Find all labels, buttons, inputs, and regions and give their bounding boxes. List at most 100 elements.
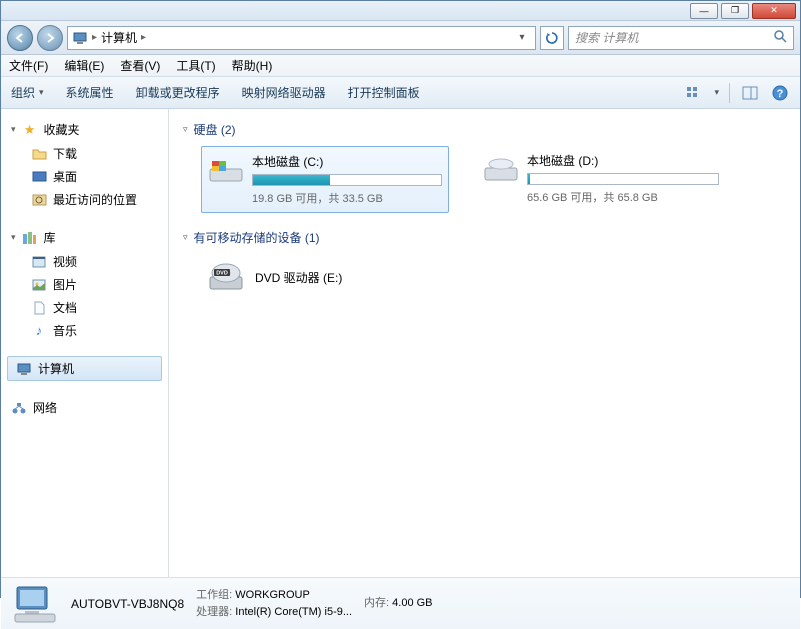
sidebar-music[interactable]: ♪ 音乐 (1, 319, 168, 342)
chevron-down-icon: ▾ (11, 124, 16, 135)
sidebar-recent[interactable]: 最近访问的位置 (1, 188, 168, 211)
view-dropdown[interactable]: ▾ (714, 87, 719, 98)
menu-help[interactable]: 帮助(H) (232, 57, 273, 74)
section-removable[interactable]: ▿ 有可移动存储的设备 (1) (183, 229, 786, 246)
sidebar-documents[interactable]: 文档 (1, 296, 168, 319)
sidebar-favorites-label: 收藏夹 (44, 121, 80, 138)
sidebar-desktop[interactable]: 桌面 (1, 165, 168, 188)
drive-d-text: 65.6 GB 可用，共 65.8 GB (527, 189, 719, 205)
main-panel: ▿ 硬盘 (2) 本地磁盘 (C:) 19.8 GB 可用，共 33.5 GB (169, 109, 800, 577)
video-icon (31, 254, 47, 270)
computer-icon (72, 30, 88, 46)
drive-c[interactable]: 本地磁盘 (C:) 19.8 GB 可用，共 33.5 GB (201, 146, 449, 213)
search-input[interactable]: 搜索 计算机 (568, 26, 794, 50)
drive-d[interactable]: 本地磁盘 (D:) 65.6 GB 可用，共 65.8 GB (477, 146, 725, 213)
toolbar-control-panel[interactable]: 打开控制面板 (348, 84, 420, 101)
desktop-icon (31, 169, 47, 185)
sidebar-network[interactable]: 网络 (1, 395, 168, 420)
drive-d-bar (527, 173, 719, 185)
sidebar: ▾ ★ 收藏夹 下载 桌面 最近访问的位置 ▾ 库 (1, 109, 169, 577)
menu-tools[interactable]: 工具(T) (176, 57, 215, 74)
details-workgroup-label: 工作组: (196, 589, 232, 601)
sidebar-item-label: 最近访问的位置 (53, 191, 137, 208)
view-mode-button[interactable] (684, 83, 704, 103)
chevron-down-icon: ▾ (11, 232, 16, 243)
hdd-icon (483, 152, 519, 186)
search-placeholder: 搜索 计算机 (575, 29, 638, 46)
arrow-left-icon (14, 32, 26, 44)
toolbar-map-drive[interactable]: 映射网络驱动器 (242, 84, 326, 101)
maximize-button[interactable]: ❐ (721, 3, 749, 19)
sidebar-libraries[interactable]: ▾ 库 (1, 225, 168, 250)
address-bar[interactable]: ▸ 计算机 ▸ ▾ (67, 26, 536, 50)
refresh-button[interactable] (540, 26, 564, 50)
details-cpu: Intel(R) Core(TM) i5-9... (235, 606, 352, 618)
minimize-button[interactable]: — (690, 3, 718, 19)
folder-icon (31, 146, 47, 162)
libraries-icon (22, 230, 38, 246)
details-pane: AUTOBVT-VBJ8NQ8 工作组: WORKGROUP 处理器: Inte… (1, 577, 800, 629)
back-button[interactable] (7, 25, 33, 51)
sidebar-item-label: 桌面 (53, 168, 77, 185)
toolbar-properties[interactable]: 系统属性 (66, 84, 114, 101)
drive-c-name: 本地磁盘 (C:) (252, 153, 442, 170)
section-hdd[interactable]: ▿ 硬盘 (2) (183, 121, 786, 138)
breadcrumb-sep2[interactable]: ▸ (141, 32, 146, 43)
details-memory: 4.00 GB (392, 597, 432, 609)
preview-pane-button[interactable] (740, 83, 760, 103)
sidebar-pictures[interactable]: 图片 (1, 273, 168, 296)
details-memory-label: 内存: (364, 597, 389, 609)
preview-icon (742, 86, 758, 100)
section-hdd-label: 硬盘 (2) (194, 121, 236, 138)
toolbar-organize[interactable]: 组织 ▾ (11, 84, 44, 101)
chevron-down-icon: ▿ (183, 124, 188, 135)
menu-bar: 文件(F) 编辑(E) 查看(V) 工具(T) 帮助(H) (1, 55, 800, 77)
arrow-right-icon (44, 32, 56, 44)
sidebar-favorites[interactable]: ▾ ★ 收藏夹 (1, 117, 168, 142)
address-dropdown[interactable]: ▾ (513, 32, 531, 43)
star-icon: ★ (22, 122, 38, 138)
menu-view[interactable]: 查看(V) (120, 57, 160, 74)
network-icon (11, 400, 27, 416)
menu-file[interactable]: 文件(F) (9, 57, 48, 74)
drive-dvd-name: DVD 驱动器 (E:) (255, 269, 342, 286)
sidebar-item-label: 库 (44, 229, 56, 246)
chevron-down-icon: ▿ (183, 232, 188, 243)
breadcrumb-computer[interactable]: 计算机 (101, 29, 137, 46)
dvd-icon: DVD (207, 260, 243, 294)
sidebar-item-label: 音乐 (53, 322, 77, 339)
sidebar-computer[interactable]: 计算机 (7, 356, 162, 381)
help-button[interactable]: ? (770, 83, 790, 103)
breadcrumb-sep: ▸ (92, 32, 97, 43)
drive-dvd[interactable]: DVD DVD 驱动器 (E:) (201, 254, 786, 300)
computer-icon (16, 361, 32, 377)
sidebar-item-label: 计算机 (38, 360, 74, 377)
sidebar-item-label: 下载 (53, 145, 77, 162)
sidebar-downloads[interactable]: 下载 (1, 142, 168, 165)
toolbar: 组织 ▾ 系统属性 卸载或更改程序 映射网络驱动器 打开控制面板 ▾ ? (1, 77, 800, 109)
drive-c-bar (252, 174, 442, 186)
toolbar-uninstall[interactable]: 卸载或更改程序 (136, 84, 220, 101)
refresh-icon (545, 31, 559, 45)
details-workgroup: WORKGROUP (235, 589, 310, 601)
sidebar-item-label: 视频 (53, 253, 77, 270)
computer-large-icon (11, 582, 59, 626)
sidebar-videos[interactable]: 视频 (1, 250, 168, 273)
details-name: AUTOBVT-VBJ8NQ8 (71, 595, 184, 613)
help-icon: ? (772, 85, 788, 101)
close-button[interactable]: ✕ (752, 3, 796, 19)
sidebar-item-label: 图片 (53, 276, 77, 293)
view-icon (686, 86, 702, 100)
forward-button[interactable] (37, 25, 63, 51)
drive-d-name: 本地磁盘 (D:) (527, 152, 719, 169)
svg-text:DVD: DVD (216, 271, 228, 277)
sidebar-item-label: 文档 (53, 299, 77, 316)
drive-c-text: 19.8 GB 可用，共 33.5 GB (252, 190, 442, 206)
menu-edit[interactable]: 编辑(E) (64, 57, 104, 74)
sidebar-item-label: 网络 (33, 399, 57, 416)
recent-icon (31, 192, 47, 208)
toolbar-divider (729, 83, 730, 103)
document-icon (31, 300, 47, 316)
search-icon (773, 29, 787, 46)
pictures-icon (31, 277, 47, 293)
